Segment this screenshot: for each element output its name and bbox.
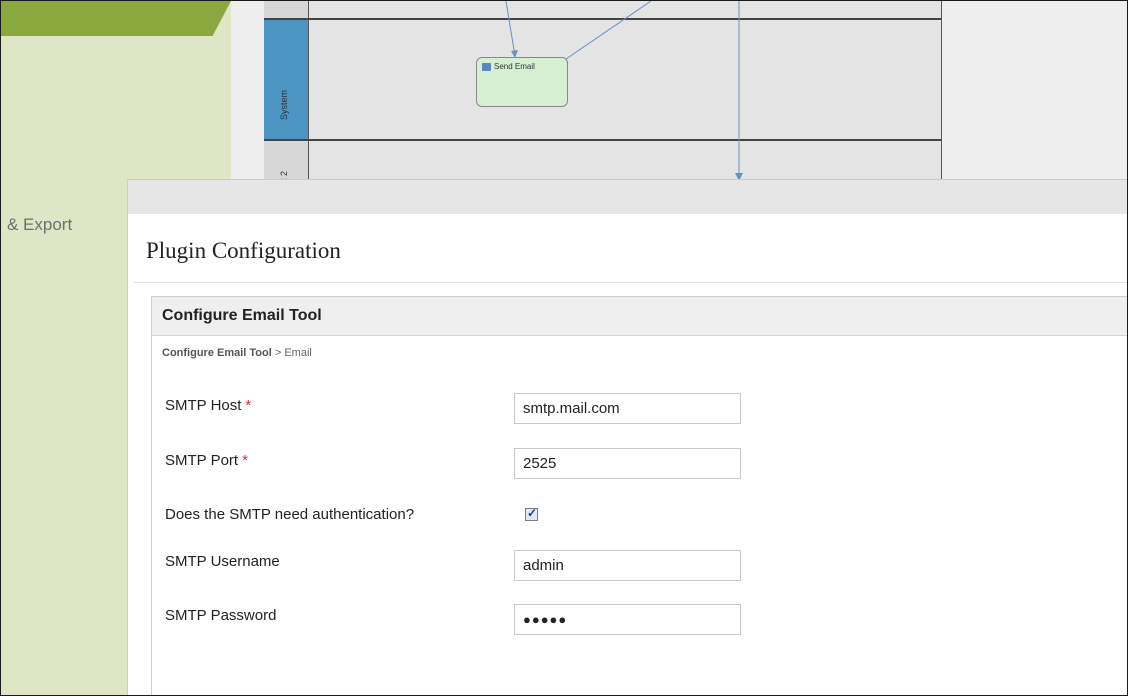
dialog-title-bar[interactable]	[128, 180, 1127, 214]
breadcrumb: Configure Email Tool > Email	[162, 347, 312, 359]
flow-arrow[interactable]	[565, 1, 652, 60]
sidebar-item-import-export[interactable]: & Export	[7, 215, 72, 235]
smtp-password-label: SMTP Password	[165, 607, 277, 624]
smtp-host-input[interactable]: smtp.mail.com	[514, 393, 741, 424]
smtp-auth-label: Does the SMTP need authentication?	[165, 506, 415, 523]
smtp-port-label: SMTP Port *	[165, 452, 248, 469]
smtp-password-input[interactable]: ●●●●●	[514, 604, 741, 635]
smtp-host-label: SMTP Host *	[165, 397, 252, 414]
required-marker: *	[242, 452, 248, 469]
checkmark-icon: ✓	[527, 506, 538, 520]
panel-title: Configure Email Tool	[162, 307, 322, 324]
panel-header: Configure Email Tool	[152, 297, 1127, 336]
breadcrumb-separator: >	[271, 347, 285, 359]
divider	[134, 282, 1127, 283]
smtp-auth-checkbox[interactable]: ✓	[525, 506, 538, 521]
smtp-port-input[interactable]: 2525	[514, 448, 741, 479]
plugin-icon	[482, 63, 491, 71]
breadcrumb-root[interactable]: Configure Email Tool	[162, 347, 272, 359]
smtp-username-input[interactable]: admin	[514, 550, 741, 581]
breadcrumb-current: Email	[284, 347, 312, 359]
smtp-username-label: SMTP Username	[165, 553, 280, 570]
required-marker: *	[245, 397, 252, 414]
task-node-send-email[interactable]: Send Email	[476, 57, 568, 107]
config-panel: Configure Email Tool Configure Email Too…	[151, 296, 1127, 695]
task-node-label: Send Email	[494, 62, 535, 71]
flow-arrow[interactable]	[505, 1, 516, 57]
dialog-title: Plugin Configuration	[146, 238, 341, 263]
app-window: & Export System t 2 Send Email Plugin Co…	[0, 0, 1128, 696]
